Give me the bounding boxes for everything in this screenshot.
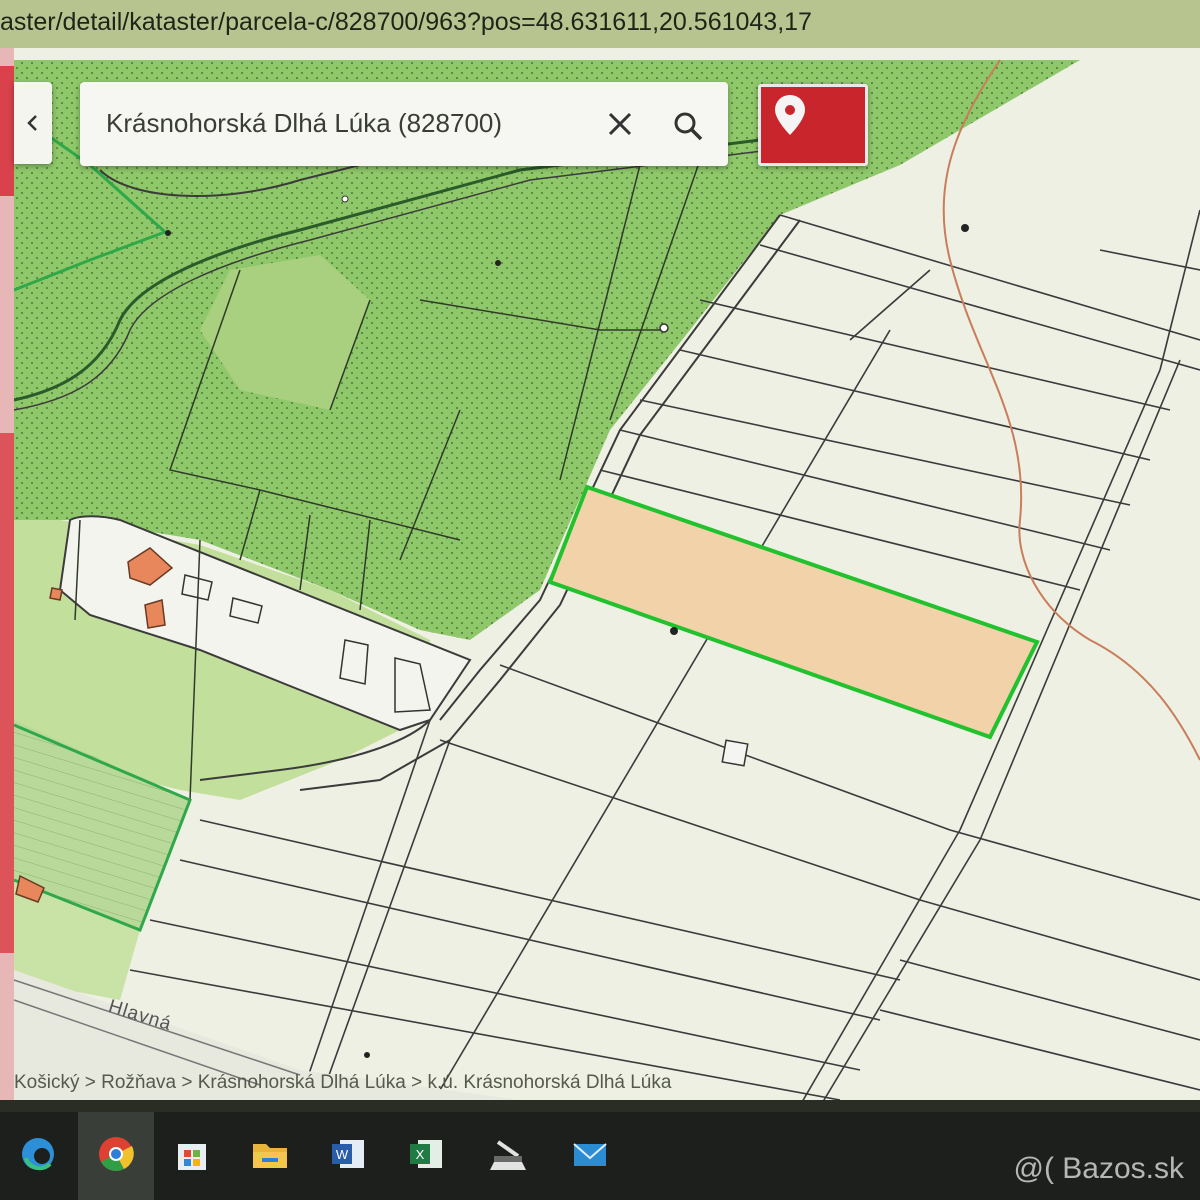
close-icon (608, 112, 632, 136)
folder-icon[interactable] (248, 1132, 292, 1176)
search-icon (674, 112, 703, 141)
map-pin-icon (775, 95, 805, 135)
left-red-block (0, 433, 14, 953)
word-icon[interactable]: W (326, 1132, 370, 1176)
svg-text:X: X (416, 1147, 425, 1162)
address-bar[interactable]: aster/detail/kataster/parcela-c/828700/9… (0, 0, 1200, 48)
search-button[interactable] (666, 104, 710, 148)
chevron-left-icon (27, 115, 37, 131)
svg-text:W: W (336, 1147, 349, 1162)
back-button[interactable] (14, 82, 52, 164)
left-red-block (0, 66, 14, 196)
search-bar[interactable]: Krásnohorská Dlhá Lúka (828700) (80, 82, 728, 166)
clear-search-button[interactable] (600, 104, 640, 144)
excel-icon[interactable]: X (404, 1132, 448, 1176)
edge-icon[interactable] (16, 1132, 60, 1176)
cadastre-map[interactable] (0, 48, 1200, 1100)
scanner-icon[interactable] (486, 1132, 530, 1176)
chrome-icon[interactable] (94, 1132, 138, 1176)
locate-button[interactable] (758, 84, 868, 166)
left-edge-strip (0, 48, 14, 1100)
mail-icon[interactable] (568, 1132, 612, 1176)
store-icon[interactable] (170, 1132, 214, 1176)
search-input[interactable]: Krásnohorská Dlhá Lúka (828700) (106, 108, 502, 139)
watermark: @( Bazos.sk (1013, 1152, 1185, 1185)
breadcrumb: Košický > Rožňava > Krásnohorská Dlhá Lú… (14, 1072, 672, 1093)
